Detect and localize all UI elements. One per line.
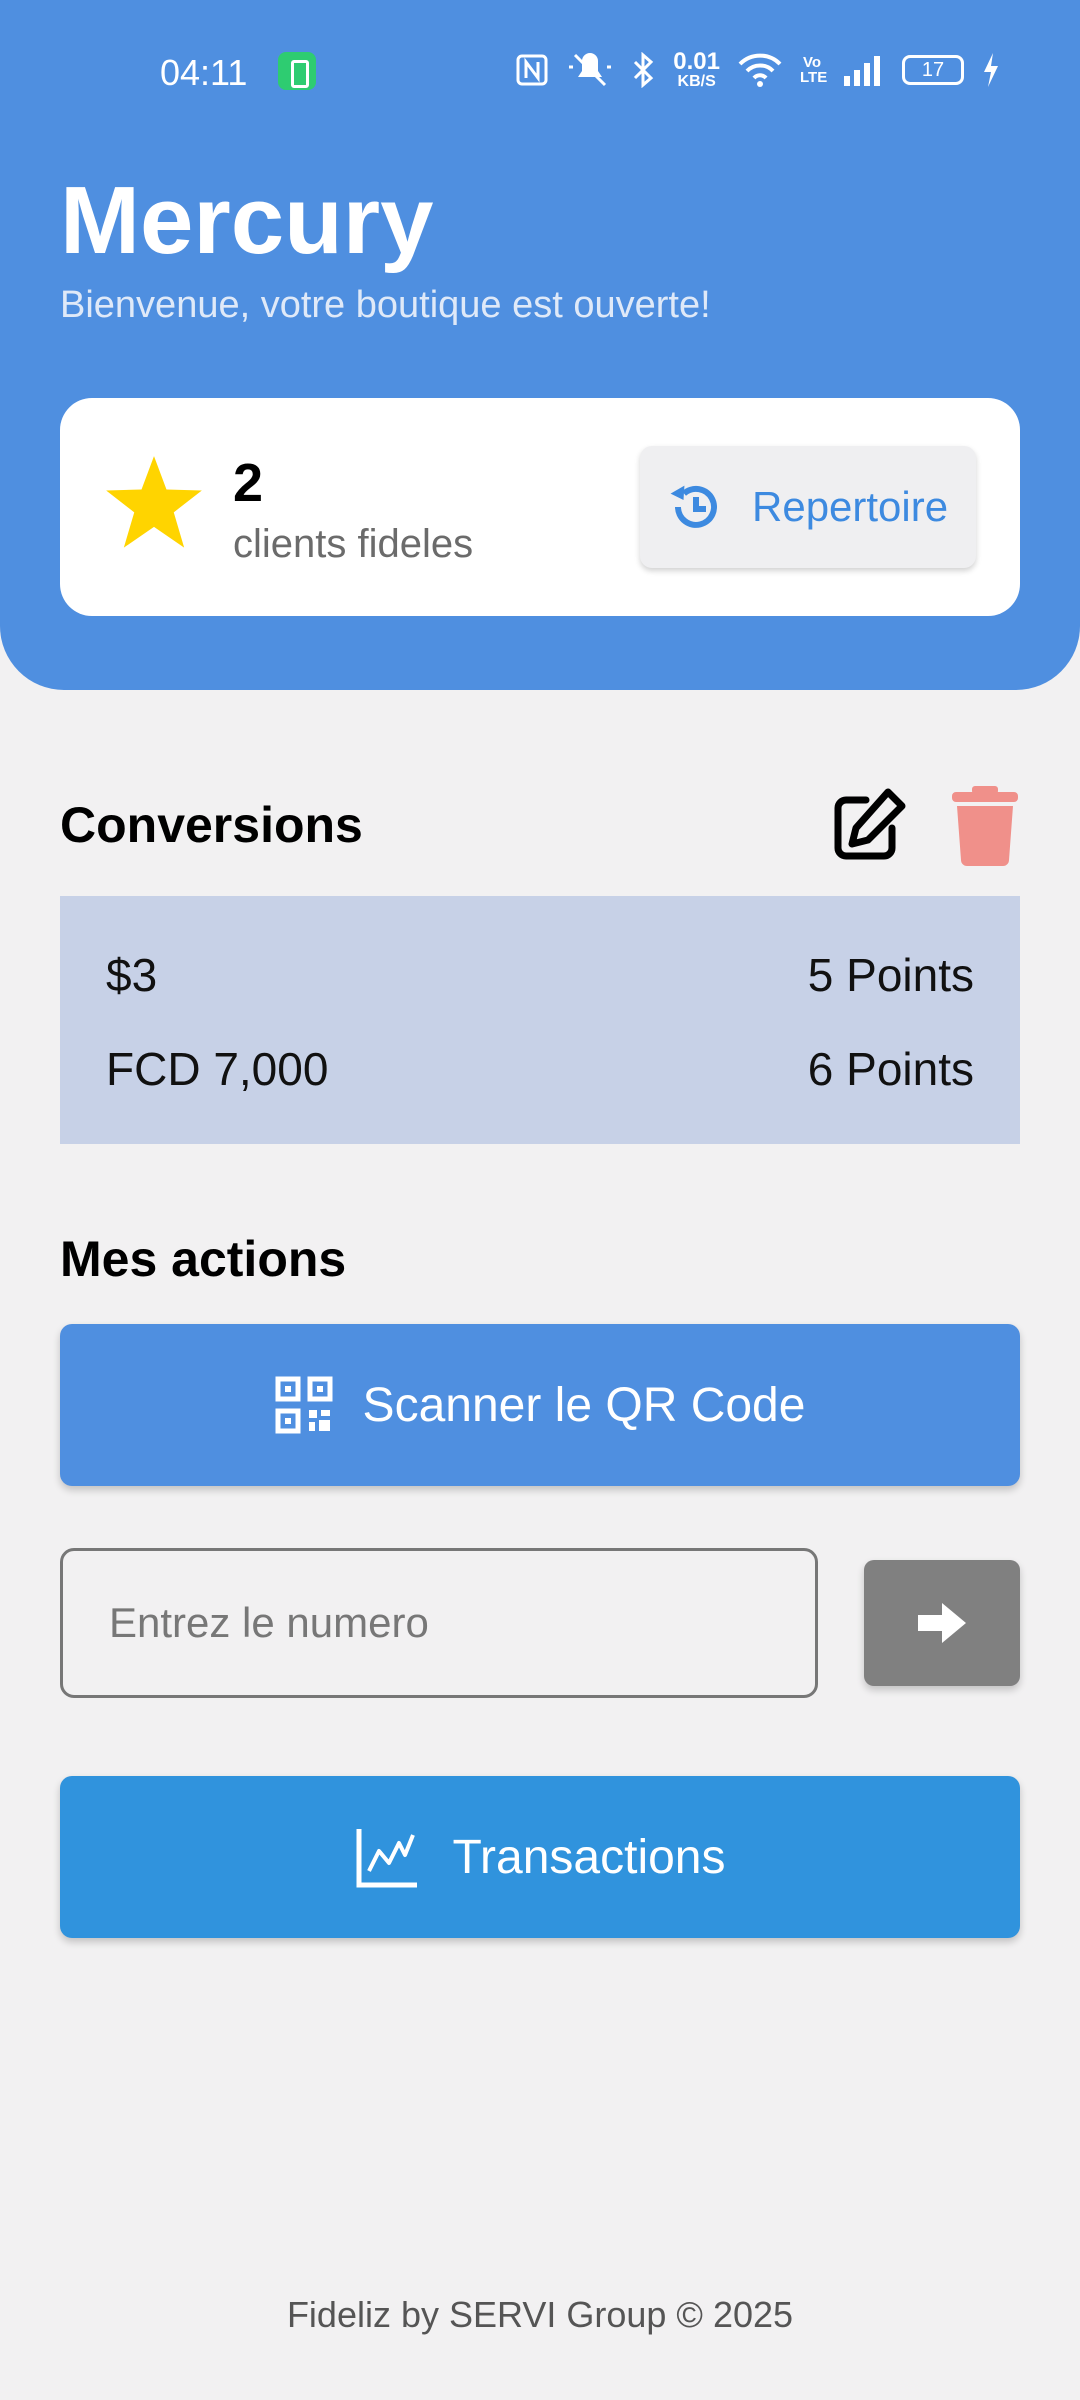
nfc-icon <box>516 54 548 86</box>
submit-number-button[interactable] <box>864 1560 1020 1686</box>
conversions-table: $3 5 Points FCD 7,000 6 Points <box>60 896 1020 1144</box>
footer-credit: Fideliz by SERVI Group © 2025 <box>286 2294 794 2335</box>
charging-icon <box>984 53 998 87</box>
arrow-right-icon <box>918 1603 966 1643</box>
conversion-row: $3 5 Points <box>106 948 974 1008</box>
conversion-amount: FCD 7,000 <box>106 1043 329 1095</box>
scan-qr-label: Scanner le QR Code <box>362 1378 806 1432</box>
transactions-button[interactable]: Transactions <box>60 1776 1020 1938</box>
volte-label: Vo LTE <box>800 54 828 86</box>
welcome-subtitle: Bienvenue, votre boutique est ouverte! <box>60 284 711 326</box>
edit-icon[interactable] <box>828 786 908 866</box>
net-speed-value: 0.01 <box>673 48 720 75</box>
net-speed-unit: KB/S <box>677 73 716 90</box>
qr-code-icon <box>275 1376 333 1434</box>
scan-qr-button[interactable]: Scanner le QR Code <box>60 1324 1020 1486</box>
wifi-icon <box>738 53 782 87</box>
phone-number-input[interactable] <box>60 1548 818 1698</box>
repertoire-button[interactable]: Repertoire <box>640 446 976 568</box>
conversions-title: Conversions <box>60 797 363 853</box>
conversion-points: 5 Points <box>807 949 974 1001</box>
conversion-row: FCD 7,000 6 Points <box>106 1042 974 1102</box>
actions-title: Mes actions <box>60 1231 347 1287</box>
repertoire-label: Repertoire <box>752 483 949 530</box>
conversion-amount: $3 <box>106 949 158 1001</box>
trash-icon[interactable] <box>950 784 1020 866</box>
loyalty-card: 2 clients fideles Repertoire <box>60 398 1020 616</box>
net-speed: 0.01 KB/S <box>673 50 720 90</box>
header-banner: 04:11 0.01 KB/S Vo LTE 17 Mercury Bienve… <box>0 0 1080 690</box>
mute-icon <box>569 53 612 87</box>
status-icons: 0.01 KB/S Vo LTE 17 <box>515 50 1000 90</box>
battery-level: 17 <box>902 55 964 85</box>
status-time: 04:11 <box>160 52 248 93</box>
signal-icon <box>844 56 880 86</box>
chart-line-icon <box>356 1829 417 1888</box>
loyal-clients-count: 2 <box>233 453 264 513</box>
battery-saver-icon <box>278 52 316 90</box>
transactions-label: Transactions <box>452 1830 726 1884</box>
app-title: Mercury <box>60 167 434 274</box>
conversion-points: 6 Points <box>807 1043 974 1095</box>
star-icon <box>106 456 202 548</box>
bluetooth-icon <box>634 52 654 88</box>
history-icon <box>670 485 717 528</box>
loyal-clients-label: clients fideles <box>233 522 474 566</box>
status-bar: 04:11 0.01 KB/S Vo LTE 17 <box>0 40 1080 104</box>
